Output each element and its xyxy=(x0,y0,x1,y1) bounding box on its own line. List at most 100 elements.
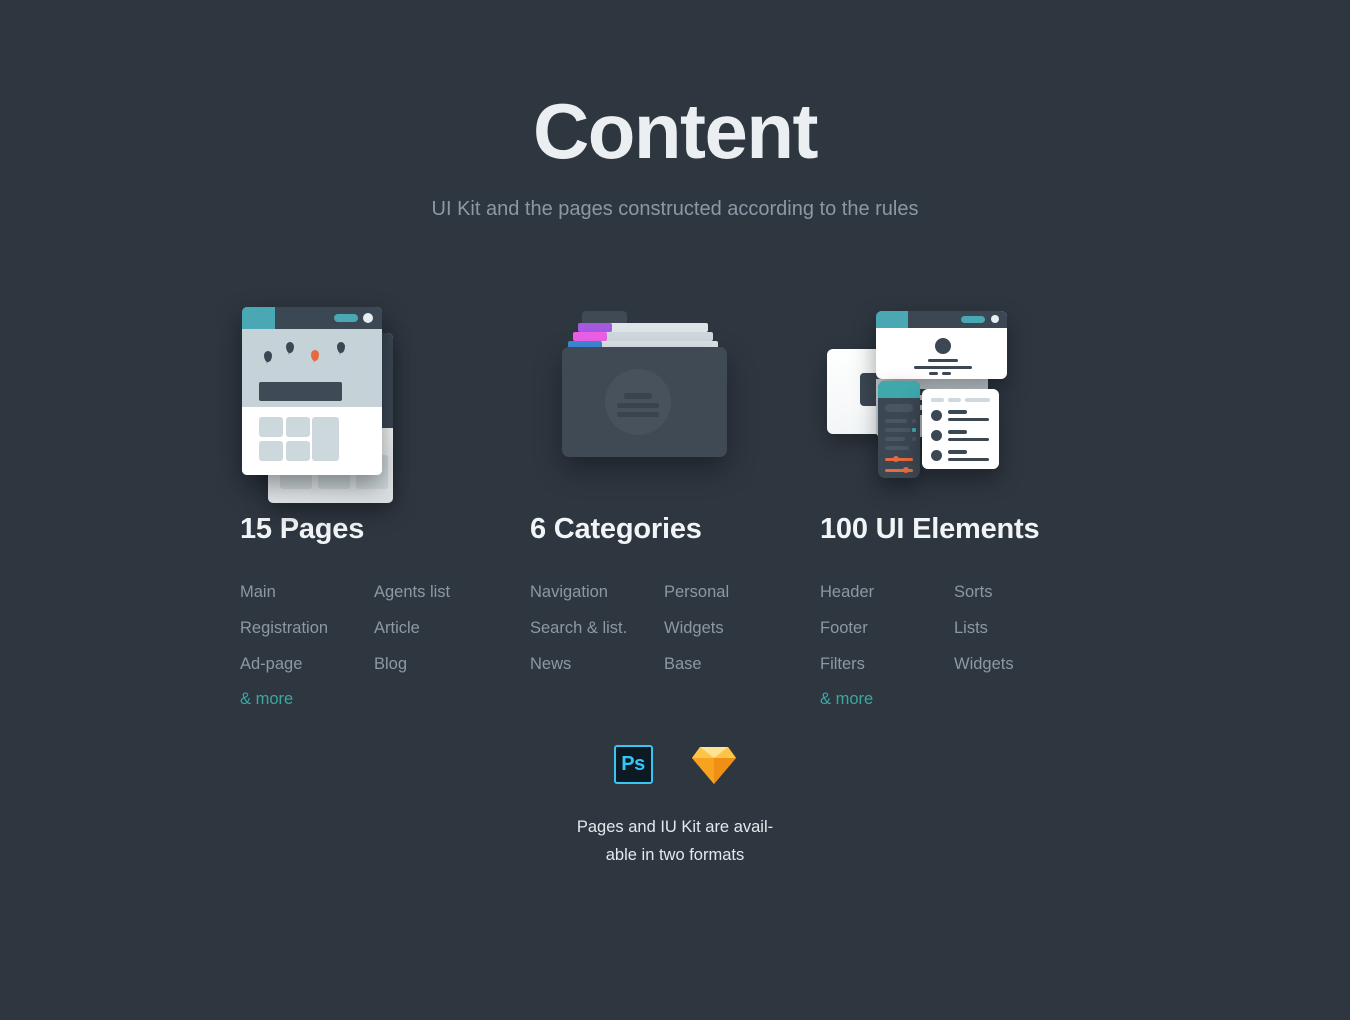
link-navigation[interactable]: Navigation xyxy=(530,574,664,610)
column-title-categories: 6 Categories xyxy=(530,513,702,545)
foreground-window-titlebar xyxy=(242,307,382,329)
list-bullet-icon xyxy=(931,430,942,441)
links-categories: Navigation Search & list. News Personal … xyxy=(530,574,820,682)
feature-columns: 15 Pages Main Registration Ad-page & mor… xyxy=(0,289,1350,717)
profile-line xyxy=(942,372,951,375)
link-blog[interactable]: Blog xyxy=(374,646,508,682)
foreground-browser-window xyxy=(242,307,382,475)
map-preview xyxy=(242,329,382,407)
list-row-line xyxy=(948,458,989,461)
footer-note-line2: able in two formats xyxy=(605,846,745,864)
profile-line xyxy=(928,359,958,362)
footer: Ps Pages and IU Kit are avail- able in t… xyxy=(0,743,1350,869)
window-dot-icon xyxy=(363,313,373,323)
link-more-pages[interactable]: & more xyxy=(240,681,374,717)
addressbar-pill-icon xyxy=(334,314,358,322)
ui-elements-illustration xyxy=(820,301,1035,501)
links-column-right: Sorts Lists Widgets xyxy=(954,574,1088,717)
illustration-wrap-categories xyxy=(530,289,820,499)
link-lists[interactable]: Lists xyxy=(954,610,1088,646)
profile-line xyxy=(914,366,972,369)
map-search-bar xyxy=(259,382,342,401)
sketch-diamond-glyph xyxy=(691,747,736,784)
grid-card xyxy=(259,417,283,437)
list-bullet-icon xyxy=(931,410,942,421)
link-agents-list[interactable]: Agents list xyxy=(374,574,508,610)
illustration-wrap-ui-elements xyxy=(820,289,1110,499)
link-ad-page[interactable]: Ad-page xyxy=(240,646,374,682)
browser-tab-icon xyxy=(876,311,908,328)
link-footer[interactable]: Footer xyxy=(820,610,954,646)
grid-card xyxy=(259,441,283,461)
list-row-line xyxy=(948,418,989,421)
profile-line xyxy=(929,372,938,375)
folder-sheet xyxy=(606,323,708,332)
grid-card xyxy=(286,417,310,437)
list-bullet-icon xyxy=(931,450,942,461)
link-registration[interactable]: Registration xyxy=(240,610,374,646)
folder-sheet-tab-magenta xyxy=(573,332,607,341)
phone-row xyxy=(885,428,911,432)
column-pages: 15 Pages Main Registration Ad-page & mor… xyxy=(240,289,530,717)
footer-note-line1: Pages and IU Kit are avail- xyxy=(576,818,774,836)
link-article[interactable]: Article xyxy=(374,610,508,646)
grid-card-tall xyxy=(312,417,339,461)
grid-card xyxy=(286,441,310,461)
folder-emblem-icon xyxy=(605,369,671,435)
links-column-right: Agents list Article Blog xyxy=(374,574,508,717)
slider-handle-icon[interactable] xyxy=(903,467,909,474)
addressbar-pill-icon xyxy=(961,316,985,323)
slider-handle-icon[interactable] xyxy=(893,456,899,463)
link-base[interactable]: Base xyxy=(664,646,798,682)
link-search-and-list[interactable]: Search & list. xyxy=(530,610,664,646)
folder-sheet-tab-purple xyxy=(578,323,612,332)
card-grid xyxy=(242,407,382,475)
page-title: Content xyxy=(532,87,819,175)
emblem-line xyxy=(617,403,659,408)
phone-slider[interactable] xyxy=(885,456,913,463)
column-title-pages: 15 Pages xyxy=(240,513,365,545)
format-icons: Ps xyxy=(0,743,1350,785)
phone-row xyxy=(885,437,905,441)
browser-tab-icon xyxy=(242,307,275,329)
link-main[interactable]: Main xyxy=(240,574,374,610)
browser-windows-illustration xyxy=(240,307,420,512)
phone-toggle-active xyxy=(912,428,916,432)
list-header-line xyxy=(965,398,990,402)
phone-toggle xyxy=(912,419,916,423)
link-personal[interactable]: Personal xyxy=(664,574,798,610)
link-filters[interactable]: Filters xyxy=(820,646,954,682)
emblem-line xyxy=(617,412,659,417)
phone-button xyxy=(885,404,913,412)
link-header[interactable]: Header xyxy=(820,574,954,610)
link-news[interactable]: News xyxy=(530,646,664,682)
photoshop-icon[interactable]: Ps xyxy=(613,744,653,784)
phone-mockup xyxy=(878,381,920,478)
profile-window-titlebar xyxy=(876,311,1007,328)
map-pin-icon xyxy=(286,342,294,355)
phone-row xyxy=(885,419,907,423)
window-dot-icon xyxy=(991,315,999,323)
phone-slider[interactable] xyxy=(885,467,913,474)
illustration-wrap-pages xyxy=(240,289,530,503)
column-categories: 6 Categories Navigation Search & list. N… xyxy=(530,289,820,717)
list-row-line xyxy=(948,438,989,441)
links-ui-elements: Header Footer Filters & more Sorts Lists… xyxy=(820,574,1110,717)
link-sorts[interactable]: Sorts xyxy=(954,574,1088,610)
link-widgets[interactable]: Widgets xyxy=(954,646,1088,682)
link-more-ui-elements[interactable]: & more xyxy=(820,681,954,717)
sketch-icon[interactable] xyxy=(691,743,737,785)
profile-window xyxy=(876,311,1007,379)
links-column-right: Personal Widgets Base xyxy=(664,574,798,682)
links-pages: Main Registration Ad-page & more Agents … xyxy=(240,574,530,717)
footer-note: Pages and IU Kit are avail- able in two … xyxy=(0,813,1350,869)
phone-row xyxy=(885,446,909,450)
folder-illustration xyxy=(544,301,744,491)
list-header-line xyxy=(931,398,944,402)
folder-body xyxy=(562,347,727,457)
emblem-line xyxy=(624,393,652,399)
link-widgets[interactable]: Widgets xyxy=(664,610,798,646)
avatar xyxy=(935,338,951,354)
list-row-line xyxy=(948,410,967,414)
list-row-line xyxy=(948,450,967,454)
